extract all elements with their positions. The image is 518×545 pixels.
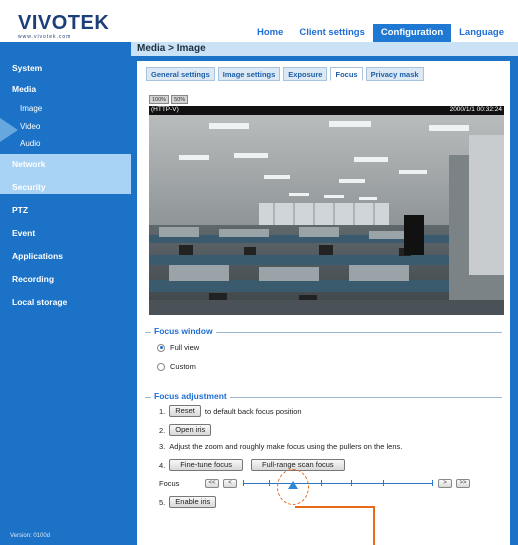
live-video-view[interactable]	[149, 115, 504, 315]
step-3-row: 3. Adjust the zoom and roughly make focu…	[159, 442, 402, 451]
custom-label: Custom	[170, 362, 196, 371]
tab-privacy-mask[interactable]: Privacy mask	[365, 67, 424, 81]
open-iris-button[interactable]: Open iris	[169, 424, 212, 436]
focus-slider-track[interactable]	[243, 483, 433, 484]
sidebar-item-image[interactable]: Image	[0, 104, 131, 113]
sidebar-item-video[interactable]: Video	[0, 122, 131, 131]
focus-slider-label: Focus	[159, 479, 180, 488]
focus-slider-tick	[432, 480, 433, 486]
focus-rewind-button[interactable]: <	[223, 479, 237, 488]
callout-connector	[295, 506, 375, 508]
subtab-bar: General settings Image settings Exposure…	[146, 67, 427, 81]
pointer-arrow-icon	[0, 118, 18, 142]
step-3-number: 3.	[159, 442, 166, 451]
full-view-radio[interactable]	[157, 343, 165, 352]
app-window: VIVOTEK www.vivotek.com Home Client sett…	[0, 0, 518, 545]
step-4-number: 4.	[159, 460, 166, 470]
sidebar-item-event[interactable]: Event	[0, 228, 131, 238]
focus-adjustment-legend: Focus adjustment	[151, 391, 230, 401]
video-timestamp: 2000/1/1 00:32:24	[449, 106, 502, 113]
step-1-text: to default back focus position	[204, 406, 302, 416]
focus-forward-button[interactable]: >	[438, 479, 452, 488]
sidebar-item-network[interactable]: Network	[0, 159, 131, 169]
sidebar-item-ptz[interactable]: PTZ	[0, 205, 131, 215]
step-5-number: 5.	[159, 497, 166, 507]
tab-image-settings[interactable]: Image settings	[217, 67, 281, 81]
full-view-label: Full view	[170, 343, 200, 352]
focus-forward-fast-button[interactable]: >>	[456, 479, 470, 488]
step-3-text: Adjust the zoom and roughly make focus u…	[169, 442, 403, 451]
nav-tab-language[interactable]: Language	[451, 24, 512, 42]
office-scene-image	[149, 115, 504, 315]
sidebar-item-media[interactable]: Media	[0, 84, 131, 94]
fine-tune-focus-button[interactable]: Fine-tune focus	[169, 459, 243, 471]
focus-slider-tick	[243, 480, 244, 486]
nav-tab-home[interactable]: Home	[249, 24, 291, 42]
header: VIVOTEK www.vivotek.com Home Client sett…	[0, 0, 518, 42]
step-4-row: 4. Fine-tune focus Full-range scan focus	[159, 459, 349, 471]
focus-slider-tick	[351, 480, 352, 486]
tab-general-settings[interactable]: General settings	[146, 67, 215, 81]
custom-radio[interactable]	[157, 362, 165, 371]
brand-logo[interactable]: VIVOTEK	[18, 12, 109, 35]
focus-slider-tick	[383, 480, 384, 486]
nav-tab-configuration[interactable]: Configuration	[372, 24, 452, 42]
stream-label: (HTTP-V)	[151, 106, 179, 113]
step-1-number: 1.	[159, 406, 166, 416]
sidebar-item-recording[interactable]: Recording	[0, 274, 131, 284]
reset-button[interactable]: Reset	[169, 405, 201, 417]
step-2-number: 2.	[159, 425, 166, 435]
focus-window-legend: Focus window	[151, 326, 216, 336]
custom-option[interactable]: Custom	[157, 362, 196, 371]
viewer-size-buttons: 100% 50%	[149, 95, 190, 104]
tab-focus[interactable]: Focus	[330, 67, 363, 81]
version-label: Version: 0100d	[10, 533, 51, 539]
step-5-row: 5. Enable iris	[159, 496, 220, 508]
sidebar-item-audio[interactable]: Audio	[0, 139, 131, 148]
focus-slider-tick	[269, 480, 270, 486]
focus-slider-tick	[321, 480, 322, 486]
enable-iris-button[interactable]: Enable iris	[169, 496, 217, 508]
sidebar-item-local-storage[interactable]: Local storage	[0, 297, 131, 307]
step-1-row: 1. Reset to default back focus position	[159, 405, 302, 417]
sidebar-item-system[interactable]: System	[0, 63, 131, 73]
view-size-100-button[interactable]: 100%	[149, 95, 170, 104]
view-size-50-button[interactable]: 50%	[171, 95, 189, 104]
top-nav: Home Client settings Configuration Langu…	[249, 24, 512, 42]
video-caption-bar: (HTTP-V) 2000/1/1 00:32:24	[149, 106, 504, 115]
tab-exposure[interactable]: Exposure	[283, 67, 328, 81]
focus-rewind-fast-button[interactable]: <<	[205, 479, 219, 488]
sidebar: System Media Image Video Audio Network S…	[0, 42, 131, 545]
callout-highlight	[277, 469, 309, 505]
nav-tab-client-settings[interactable]: Client settings	[291, 24, 372, 42]
title-bar: Media > Image	[131, 42, 518, 56]
page-title: Media > Image	[137, 43, 206, 54]
settings-panel: General settings Image settings Exposure…	[137, 61, 510, 545]
step-2-row: 2. Open iris	[159, 424, 215, 436]
content-area: General settings Image settings Exposure…	[131, 56, 518, 545]
brand-tagline: www.vivotek.com	[18, 34, 72, 40]
sidebar-item-applications[interactable]: Applications	[0, 251, 131, 261]
callout-connector	[373, 506, 375, 545]
sidebar-item-security[interactable]: Security	[0, 182, 131, 192]
full-view-option[interactable]: Full view	[157, 343, 199, 352]
